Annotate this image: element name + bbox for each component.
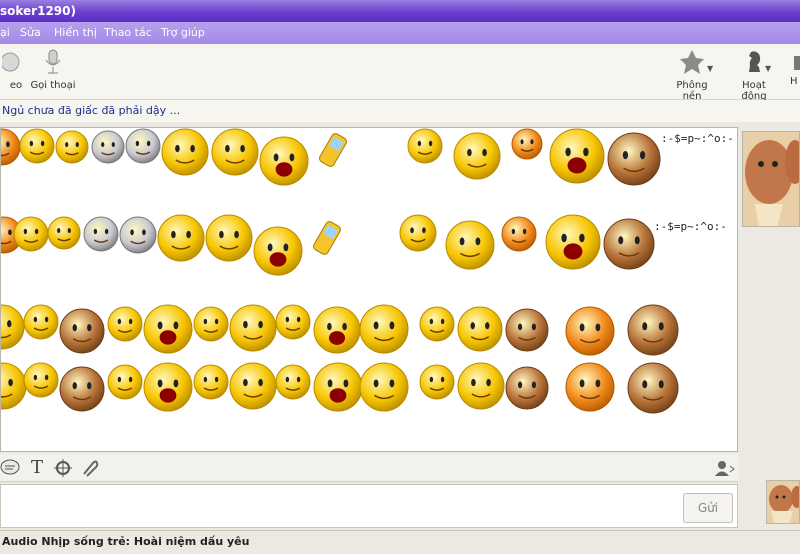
- window-title: soker1290): [0, 4, 76, 18]
- right-panel: [738, 127, 800, 527]
- toolbar: eo Gọi thoại Phông nền ▼ Hoạt động ▼ H: [0, 44, 800, 102]
- title-bar: soker1290): [0, 0, 800, 22]
- background-icon: [678, 48, 706, 76]
- activities-label: Hoạt động: [741, 80, 767, 102]
- emoticon-icon: [407, 128, 443, 164]
- activities-dropdown-icon[interactable]: ▼: [765, 64, 771, 73]
- bottom-status-bar: Audio Nhịp sống trẻ: Hoài niệm dấu yêu: [0, 530, 800, 554]
- emoticon-icon: [457, 362, 505, 410]
- emoticon-icon: [549, 128, 605, 184]
- emoticon-icon: [55, 130, 89, 164]
- nudge-icon[interactable]: [52, 458, 74, 478]
- contact-avatar[interactable]: [742, 131, 800, 227]
- emoticon-icon: [125, 128, 161, 164]
- webcam-icon: [0, 48, 30, 76]
- menu-bar: ại Sửa Hiển thị Thao tác Trợ giúp: [0, 22, 800, 44]
- more-label: H: [790, 76, 798, 87]
- emoticon-icon: [229, 362, 277, 410]
- emoticon-icon: [193, 306, 229, 342]
- menu-item-edit[interactable]: Sửa: [20, 22, 41, 44]
- monkey-emoticon-icon: [627, 362, 679, 414]
- my-avatar[interactable]: [766, 480, 800, 524]
- emoticon-icon: [565, 306, 615, 356]
- contact-info-icon[interactable]: [712, 458, 736, 478]
- emoticon-icon: [23, 362, 59, 398]
- monkey-emoticon-icon: [505, 366, 549, 410]
- activities-button[interactable]: Hoạt động: [729, 48, 779, 102]
- emoticon-icon: [47, 216, 81, 250]
- emoticon-icon: [565, 362, 615, 412]
- webcam-label: eo: [9, 80, 23, 91]
- menu-item-actions[interactable]: Thao tác: [104, 22, 152, 44]
- chat-text-line: :-$=p~:^o:-: [661, 132, 734, 145]
- voice-call-button[interactable]: Gọi thoại: [28, 48, 78, 91]
- emoticon-icon: [457, 306, 503, 352]
- emoticon-icon: [161, 128, 209, 176]
- emoticon-icon: [445, 220, 495, 270]
- emoticon-icon: [419, 306, 455, 342]
- background-label: Phông nền: [676, 80, 708, 102]
- emoticon-icon: [83, 216, 119, 252]
- emoticon-icon: [501, 216, 537, 252]
- emoticon-icon: [359, 304, 409, 354]
- format-toolbar: T: [0, 454, 738, 482]
- more-icon: [790, 48, 800, 76]
- emoticon-icon: [13, 216, 49, 252]
- emoticon-icon: [1, 128, 21, 166]
- chess-knight-icon: [740, 48, 768, 76]
- emoticon-icon: [253, 226, 303, 276]
- menu-item-file[interactable]: ại: [0, 22, 10, 44]
- message-input[interactable]: [0, 484, 738, 528]
- microphone-icon: [39, 48, 67, 76]
- emoticon-icon: [211, 128, 259, 176]
- emoticon-icon: [275, 364, 311, 400]
- emoticon-icon: [205, 214, 253, 262]
- emoticon-icon: [107, 364, 143, 400]
- menu-item-help[interactable]: Trợ giúp: [161, 22, 205, 44]
- emoticon-icon: [313, 362, 363, 412]
- now-playing-status: Audio Nhịp sống trẻ: Hoài niệm dấu yêu: [2, 535, 250, 548]
- emoticon-icon: [143, 362, 193, 412]
- monkey-emoticon-icon: [505, 308, 549, 352]
- voice-call-label: Gọi thoại: [30, 80, 76, 91]
- emoticon-icon: [157, 214, 205, 262]
- emoticon-icon: [1, 304, 25, 350]
- monkey-emoticon-icon: [59, 308, 105, 354]
- emoticon-icon: [143, 304, 193, 354]
- monkey-emoticon-icon: [627, 304, 679, 356]
- more-button[interactable]: H: [790, 48, 800, 87]
- phone-emoticon-icon: [319, 133, 347, 167]
- background-dropdown-icon[interactable]: ▼: [707, 64, 713, 73]
- emoticon-icon: [193, 364, 229, 400]
- emoticon-icon: [229, 304, 277, 352]
- messenger-window: soker1290) ại Sửa Hiển thị Thao tác Trợ …: [0, 0, 800, 554]
- emoticon-icon: [399, 214, 437, 252]
- emoticon-icon: [511, 128, 543, 160]
- background-button[interactable]: Phông nền: [666, 48, 718, 102]
- text-format-icon[interactable]: T: [26, 458, 48, 478]
- emoticon-icon: [419, 364, 455, 400]
- emoticon-icon: [259, 136, 309, 186]
- emoticon-icon: [453, 132, 501, 180]
- phone-emoticon-icon: [313, 221, 341, 255]
- attachment-icon[interactable]: [78, 458, 100, 478]
- monkey-emoticon-icon: [603, 218, 655, 270]
- chat-text-line: :-$=p~:^o:-: [654, 220, 727, 233]
- emoticon-icon: [107, 306, 143, 342]
- chat-history[interactable]: :-$=p~:^o:- :-$=p~:^o:-: [0, 127, 738, 452]
- monkey-emoticon-icon: [607, 132, 661, 186]
- emoticon-icon[interactable]: [0, 458, 22, 478]
- emoticon-icon: [275, 304, 311, 340]
- menu-item-view[interactable]: Hiển thị: [54, 22, 97, 44]
- monkey-emoticon-icon: [59, 366, 105, 412]
- emoticon-icon: [545, 214, 601, 270]
- emoticon-icon: [19, 128, 55, 164]
- emoticon-icon: [23, 304, 59, 340]
- emoticon-icon: [119, 216, 157, 254]
- send-button[interactable]: Gửi: [683, 493, 733, 523]
- contact-status-message: Ngủ chưa đã giấc đã phải dậy ...: [0, 100, 800, 122]
- emoticon-icon: [91, 130, 125, 164]
- emoticon-icon: [359, 362, 409, 412]
- emoticon-icon: [313, 306, 361, 354]
